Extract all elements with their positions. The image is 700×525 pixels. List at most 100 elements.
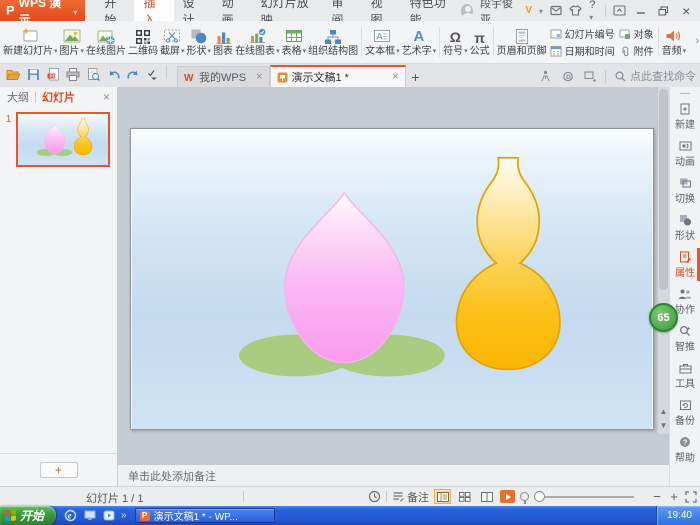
zoom-slider-knob[interactable] [534, 491, 545, 502]
save-icon[interactable] [26, 68, 40, 82]
ribbon-online-picture[interactable]: 在线图片 [85, 22, 127, 62]
media-player-icon[interactable] [102, 509, 115, 522]
ribbon-chart[interactable]: 图表 [212, 22, 234, 62]
sidebar-item-shape[interactable]: 形状 [670, 209, 700, 246]
next-slide-button[interactable]: ▼ [658, 418, 669, 432]
ribbon-shapes[interactable]: 形状 [186, 22, 213, 62]
menu-tab-design[interactable]: 设计 [174, 0, 213, 21]
export-pdf-icon[interactable]: PDF [46, 68, 60, 82]
ribbon-picture[interactable]: 图片 [59, 22, 86, 62]
sidebar-item-animation[interactable]: 动画 [670, 135, 700, 172]
show-desktop-icon[interactable] [83, 509, 96, 522]
view-normal-button[interactable] [434, 489, 451, 504]
ribbon-qrcode[interactable]: 二维码 [127, 22, 159, 62]
message-icon[interactable] [550, 4, 562, 17]
ribbon-divider [439, 27, 440, 57]
switch-window-icon[interactable] [583, 70, 596, 83]
sidebar-item-properties[interactable]: 属性 [670, 246, 700, 283]
notes-button[interactable]: 备注 [392, 489, 429, 505]
menu-tab-home[interactable]: 开始 [95, 0, 134, 21]
assistant-icon[interactable] [539, 70, 552, 83]
play-slideshow-button[interactable] [500, 490, 515, 503]
zoom-slider[interactable] [534, 490, 634, 503]
panel-close-icon[interactable]: × [103, 90, 110, 104]
help-button[interactable]: ? [589, 0, 598, 23]
previous-slide-button[interactable]: ▲ [658, 404, 669, 418]
panel-tab-slides[interactable]: 幻灯片 [42, 89, 75, 105]
ribbon-table[interactable]: 表格 [281, 22, 308, 62]
restore-button[interactable] [656, 3, 672, 19]
user-menu-caret-icon[interactable] [539, 5, 543, 17]
sidebar-item-new[interactable]: 新建 [670, 98, 700, 135]
menu-tab-review[interactable]: 审阅 [322, 0, 361, 21]
ribbon-textbox[interactable]: A 文本框 [364, 22, 401, 62]
new-tab-button[interactable]: + [406, 67, 426, 87]
quick-launch-more-icon[interactable]: » [121, 510, 127, 521]
slide-thumbnail-1[interactable] [16, 112, 110, 167]
ribbon-formula[interactable]: π 公式 [469, 22, 491, 62]
command-search[interactable]: 点此查找命令 [615, 68, 696, 84]
close-button[interactable]: × [678, 3, 694, 19]
zoom-out-button[interactable]: − [651, 491, 663, 503]
ribbon-symbol[interactable]: Ω 符号 [442, 22, 469, 62]
slide-canvas[interactable] [130, 128, 654, 430]
ribbon-expand-arrow[interactable]: › [695, 35, 699, 47]
notes-area[interactable]: 单击此处添加备注 [118, 464, 669, 486]
ribbon-orgchart[interactable]: 组织结构图 [307, 22, 359, 62]
add-slide-button[interactable]: + [40, 462, 78, 478]
ribbon-slide-number[interactable]: 幻灯片编号 [550, 26, 615, 41]
menu-tab-slideshow[interactable]: 幻灯片放映 [252, 0, 323, 21]
doc-tab-my-wps[interactable]: W 我的WPS [177, 66, 270, 87]
skin-icon[interactable] [569, 4, 582, 17]
vertical-scrollbar[interactable]: ▲ ▼ [657, 87, 669, 434]
view-reading-button[interactable] [478, 489, 495, 504]
menu-tab-animation[interactable]: 动画 [213, 0, 252, 21]
ribbon-new-slide[interactable]: 新建幻灯片 [2, 22, 59, 62]
ribbon-attachment[interactable]: 附件 [619, 43, 654, 58]
sidebar-item-help[interactable]: ? 帮助 [670, 431, 700, 468]
sidebar-item-tools[interactable]: 工具 [670, 357, 700, 394]
tab-close-icon[interactable] [250, 71, 262, 83]
view-slide-sorter-button[interactable] [456, 489, 473, 504]
fit-window-button[interactable] [685, 491, 697, 503]
docer-icon[interactable]: D [561, 70, 574, 83]
taskbar-task-button[interactable]: P 演示文稿1 * - WP... [135, 508, 275, 523]
customize-qat-caret-icon[interactable] [146, 68, 160, 82]
doc-tab-presentation1[interactable]: 演示文稿1 * [270, 65, 406, 87]
sidebar-collapse-icon[interactable]: — [680, 90, 690, 98]
performance-ball-badge[interactable]: 65 [649, 303, 678, 332]
ribbon-header-footer[interactable]: 页眉和页脚 [496, 22, 548, 62]
redo-icon[interactable] [126, 68, 140, 82]
user-avatar[interactable] [461, 4, 473, 18]
scrollbar-thumb[interactable] [659, 89, 668, 290]
collapse-ribbon-icon[interactable] [613, 4, 626, 17]
zoom-in-button[interactable]: + [668, 491, 680, 503]
ribbon-datetime[interactable]: 日期和时间 [550, 43, 615, 58]
ribbon-online-chart[interactable]: 在线图表 [234, 22, 281, 62]
ribbon-screenshot[interactable]: 截屏 [159, 22, 186, 62]
tab-close-icon[interactable] [386, 71, 398, 83]
start-button[interactable]: 开始 [0, 506, 56, 525]
tray-clock[interactable]: 19:40 [667, 510, 692, 521]
ribbon-object[interactable]: 对象 [619, 26, 654, 41]
print-preview-icon[interactable] [86, 68, 100, 82]
ribbon-audio[interactable]: 音频 [661, 22, 688, 62]
ribbon-wordart[interactable]: A 艺术字 [401, 22, 438, 62]
menu-tab-insert[interactable]: 插入 [134, 0, 173, 21]
menu-tab-special-features[interactable]: 特色功能 [401, 0, 461, 21]
zoom-slider-track[interactable] [534, 496, 634, 498]
quick-access-toolbar: PDF [0, 66, 173, 87]
print-icon[interactable] [66, 68, 80, 82]
ie-browser-icon[interactable]: e [64, 509, 77, 522]
sidebar-item-transition[interactable]: 切换 [670, 172, 700, 209]
panel-tab-outline[interactable]: 大纲 [7, 89, 29, 105]
status-bar: 幻灯片 1 / 1 备注 − + [0, 486, 700, 506]
history-icon[interactable] [368, 490, 381, 503]
open-file-icon[interactable] [6, 68, 20, 82]
app-logo[interactable]: P WPS 演示 [0, 0, 85, 21]
minimize-button[interactable] [633, 3, 649, 19]
eye-protection-icon[interactable] [520, 492, 529, 501]
menu-tab-view[interactable]: 视图 [362, 0, 401, 21]
undo-icon[interactable] [106, 68, 120, 82]
sidebar-item-backup[interactable]: 备份 [670, 394, 700, 431]
